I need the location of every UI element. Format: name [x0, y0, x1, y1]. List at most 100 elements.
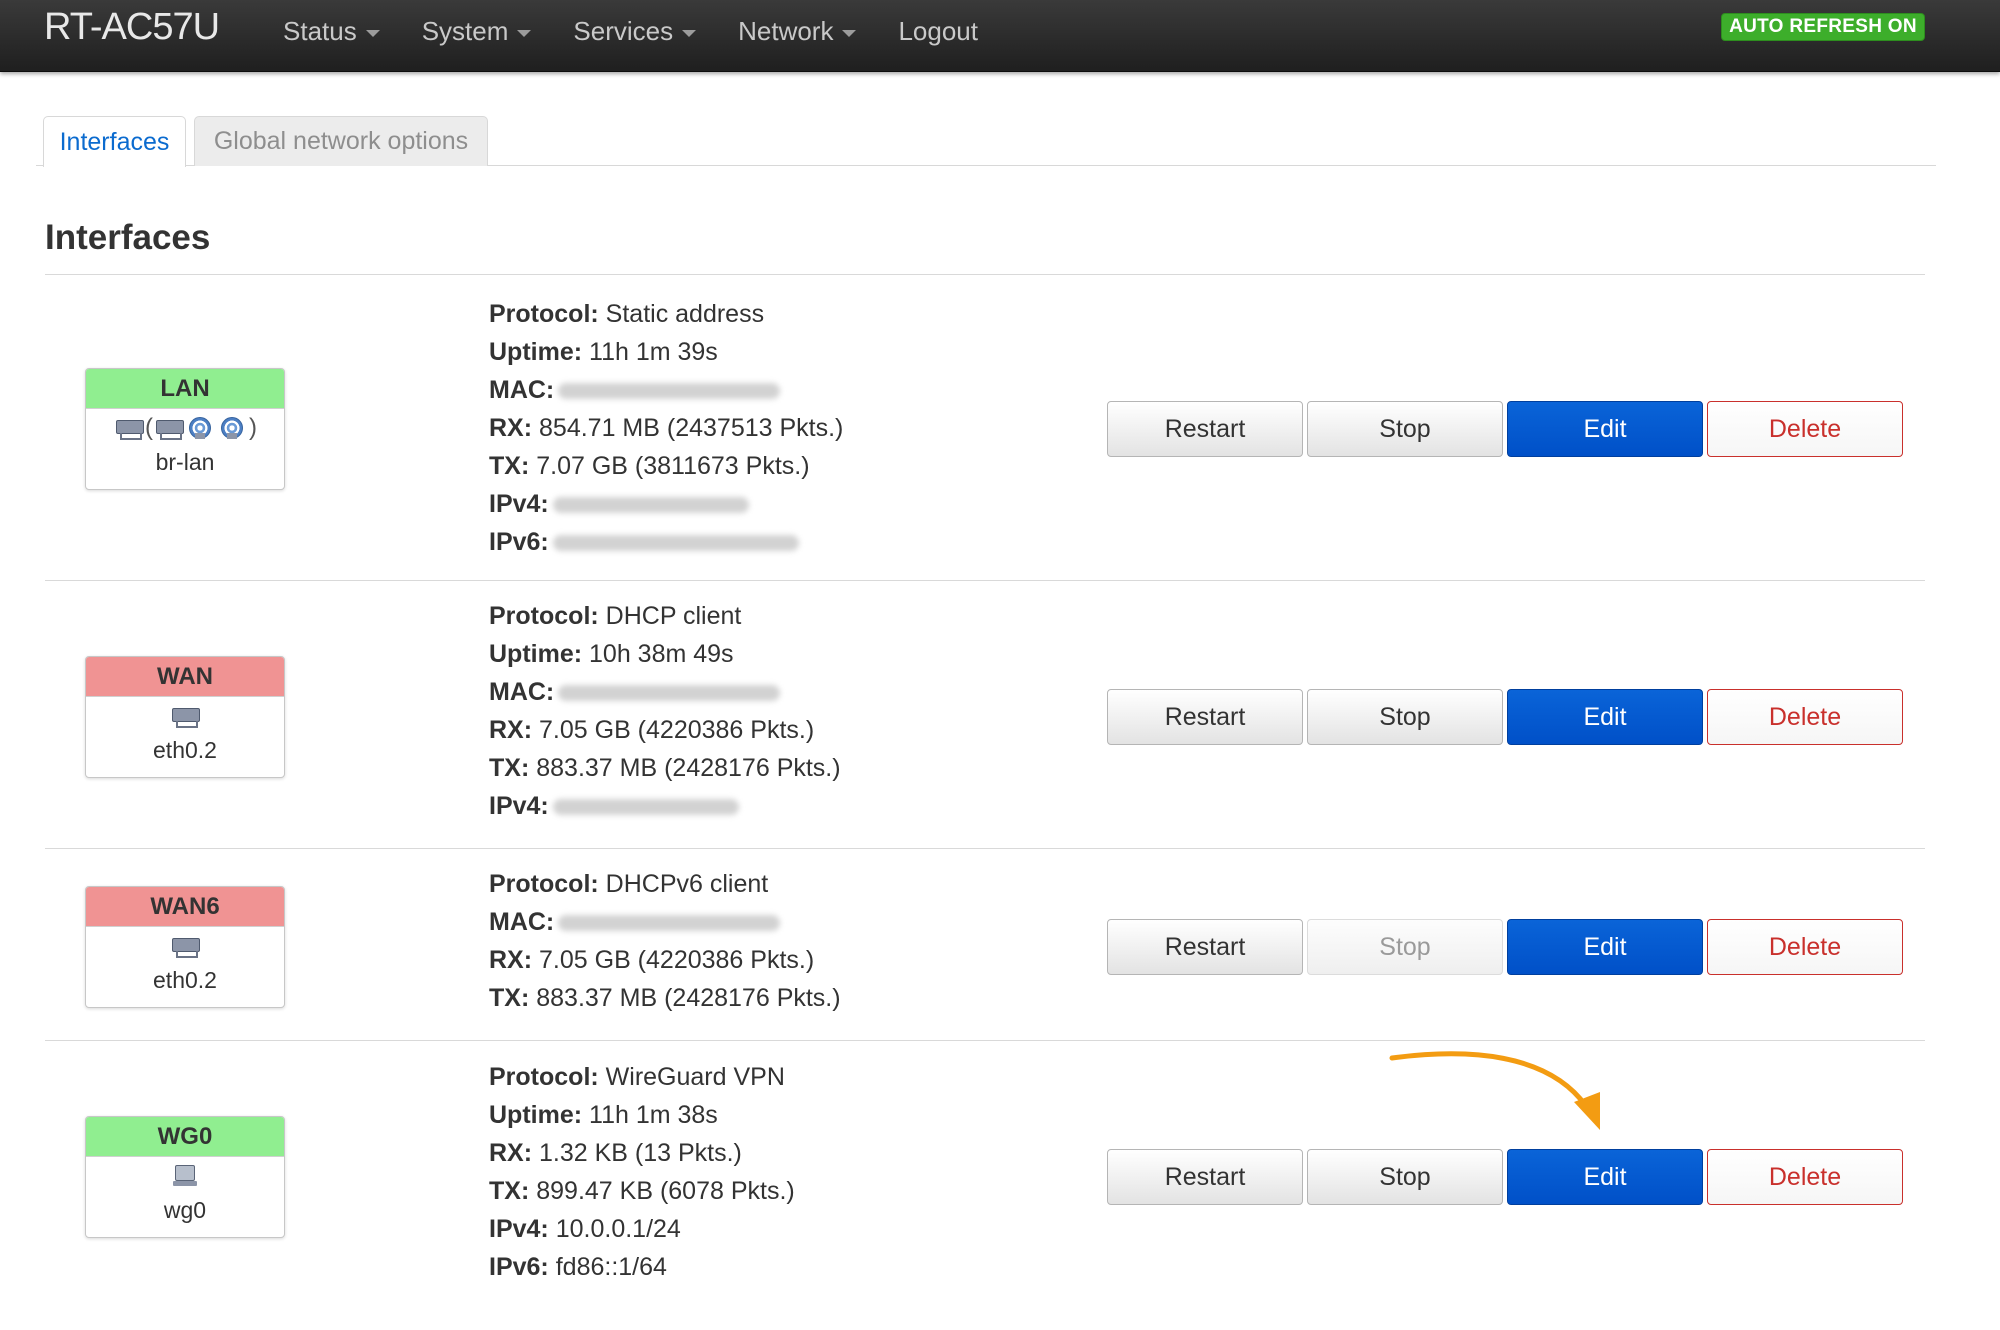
menu-status-label: Status [283, 15, 357, 46]
main-menu: Status System Services Network Logout [283, 0, 1020, 62]
interface-device-icons [86, 697, 284, 735]
interface-actions: Restart Stop Edit Delete [1107, 1149, 1907, 1205]
delete-button[interactable]: Delete [1707, 689, 1903, 745]
info-label: Protocol: [489, 870, 599, 898]
info-rx: RX: 854.71 MB (2437513 Pkts.) [489, 409, 843, 447]
interface-row-lan: LAN ( ) br-lan Protocol: Static address … [45, 275, 1925, 581]
info-value: 11h 1m 38s [589, 1101, 718, 1129]
menu-system[interactable]: System [422, 16, 532, 47]
info-label: Uptime: [489, 338, 583, 366]
navbar: RT-AC57U Status System Services Network … [0, 0, 2000, 72]
info-label: TX: [489, 1177, 530, 1205]
stop-button[interactable]: Stop [1307, 401, 1503, 457]
menu-network[interactable]: Network [738, 16, 857, 47]
delete-button[interactable]: Delete [1707, 919, 1903, 975]
interface-device-name: eth0.2 [153, 737, 217, 763]
info-label: IPv6: [489, 1253, 549, 1281]
info-label: RX: [489, 946, 533, 974]
info-value: DHCP client [605, 602, 742, 630]
caret-down-icon [842, 29, 857, 37]
info-protocol: Protocol: WireGuard VPN [489, 1058, 795, 1096]
info-value: 854.71 MB (2437513 Pkts.) [539, 414, 844, 442]
tab-bar: Interfaces Global network options [36, 116, 1936, 167]
info-value: fd86::1/64 [555, 1253, 667, 1281]
info-value: 11h 1m 39s [589, 338, 718, 366]
info-ipv4: IPv4: [489, 787, 841, 825]
edit-button[interactable]: Edit [1507, 1149, 1703, 1205]
caret-down-icon [365, 29, 380, 37]
info-label: IPv6: [489, 528, 549, 556]
info-ipv6: IPv6: fd86::1/64 [489, 1248, 795, 1286]
info-uptime: Uptime: 11h 1m 38s [489, 1096, 795, 1134]
info-value: 1.32 KB (13 Pkts.) [539, 1139, 742, 1167]
info-label: MAC: [489, 376, 555, 404]
info-value: 10h 38m 49s [589, 640, 734, 668]
menu-system-label: System [421, 15, 509, 46]
interface-info: Protocol: DHCPv6 client MAC: RX: 7.05 GB… [489, 865, 841, 1017]
annotation-arrow-icon [1389, 1051, 1600, 1130]
info-value: WireGuard VPN [605, 1063, 785, 1091]
ethernet-icon [154, 417, 184, 440]
stop-button[interactable]: Stop [1307, 689, 1503, 745]
menu-status[interactable]: Status [283, 16, 380, 47]
info-label: RX: [489, 1139, 533, 1167]
info-rx: RX: 7.05 GB (4220386 Pkts.) [489, 711, 841, 749]
edit-button[interactable]: Edit [1507, 689, 1703, 745]
delete-button[interactable]: Delete [1707, 1149, 1903, 1205]
redacted-value [552, 535, 799, 552]
info-value: 883.37 MB (2428176 Pkts.) [536, 984, 841, 1012]
caret-down-icon [682, 29, 697, 37]
interface-device-name: wg0 [163, 1197, 207, 1223]
info-rx: RX: 1.32 KB (13 Pkts.) [489, 1134, 795, 1172]
info-label: Protocol: [489, 1063, 599, 1091]
info-label: MAC: [489, 908, 555, 936]
auto-refresh-badge[interactable]: AUTO REFRESH ON [1721, 13, 1925, 41]
menu-logout-label: Logout [898, 15, 978, 46]
interface-badge-lan[interactable]: LAN ( ) br-lan [85, 368, 285, 490]
edit-button[interactable]: Edit [1507, 919, 1703, 975]
info-protocol: Protocol: DHCPv6 client [489, 865, 841, 903]
restart-button[interactable]: Restart [1107, 1149, 1303, 1205]
interface-device-name: br-lan [155, 449, 215, 475]
restart-button[interactable]: Restart [1107, 401, 1303, 457]
menu-logout[interactable]: Logout [898, 16, 978, 47]
section-title: Interfaces [45, 218, 211, 257]
interface-actions: Restart Stop Edit Delete [1107, 401, 1907, 457]
menu-services[interactable]: Services [573, 16, 697, 47]
interface-name: WAN6 [86, 887, 284, 927]
bridge-close-paren: ) [249, 414, 257, 441]
redacted-value [552, 799, 739, 816]
vpn-tunnel-icon [171, 1163, 199, 1189]
stop-button[interactable]: Stop [1307, 1149, 1503, 1205]
redacted-value [558, 383, 781, 400]
info-label: RX: [489, 414, 533, 442]
info-tx: TX: 883.37 MB (2428176 Pkts.) [489, 979, 841, 1017]
ethernet-icon [170, 935, 200, 958]
interface-badge-wan6[interactable]: WAN6 eth0.2 [85, 886, 285, 1008]
info-value: 7.07 GB (3811673 Pkts.) [536, 452, 810, 480]
info-label: Uptime: [489, 640, 583, 668]
wifi-icon [186, 415, 216, 441]
tab-global-network-options[interactable]: Global network options [194, 116, 488, 166]
info-ipv6: IPv6: [489, 523, 843, 561]
wifi-icon [218, 415, 248, 441]
info-mac: MAC: [489, 903, 841, 941]
delete-button[interactable]: Delete [1707, 401, 1903, 457]
edit-button[interactable]: Edit [1507, 401, 1703, 457]
interface-badge-wg0[interactable]: WG0 wg0 [85, 1116, 285, 1238]
info-mac: MAC: [489, 673, 841, 711]
interface-row-wg0: WG0 wg0 Protocol: WireGuard VPN Uptime: … [45, 1041, 1925, 1301]
info-value: 7.05 GB (4220386 Pkts.) [539, 946, 815, 974]
info-value: 899.47 KB (6078 Pkts.) [536, 1177, 795, 1205]
restart-button[interactable]: Restart [1107, 689, 1303, 745]
info-label: TX: [489, 452, 530, 480]
interface-badge-wan[interactable]: WAN eth0.2 [85, 656, 285, 778]
interface-row-wan: WAN eth0.2 Protocol: DHCP client Uptime:… [45, 581, 1925, 849]
info-label: Protocol: [489, 602, 599, 630]
info-value: 10.0.0.1/24 [555, 1215, 681, 1243]
tab-interfaces[interactable]: Interfaces [43, 116, 186, 167]
info-value: DHCPv6 client [605, 870, 769, 898]
ethernet-icon [114, 417, 144, 440]
brand-title[interactable]: RT-AC57U [44, 6, 220, 49]
restart-button[interactable]: Restart [1107, 919, 1303, 975]
